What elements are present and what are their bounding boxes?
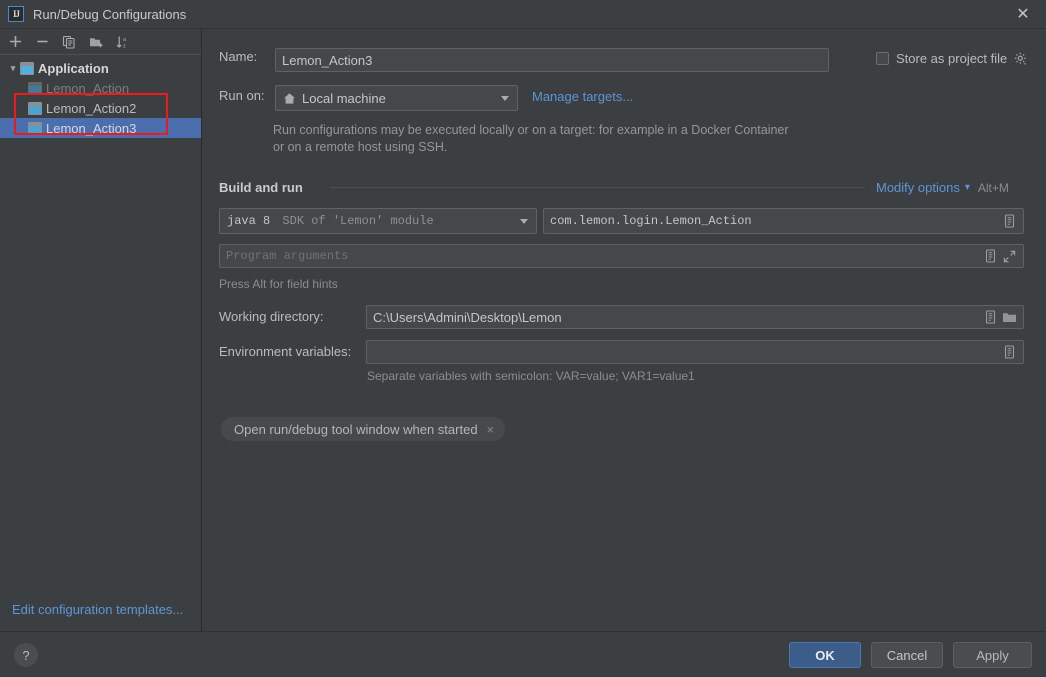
new-folder-icon[interactable] bbox=[87, 33, 105, 51]
folder-browse-icon[interactable] bbox=[1001, 309, 1017, 325]
tree-item-application[interactable]: ▾ Application bbox=[0, 58, 201, 78]
modify-options-shortcut: Alt+M bbox=[977, 180, 1009, 195]
sort-az-icon[interactable]: a z bbox=[114, 33, 132, 51]
gear-icon[interactable] bbox=[1014, 52, 1028, 66]
expand-icon[interactable] bbox=[1001, 248, 1017, 264]
store-as-project-file-checkbox[interactable] bbox=[876, 52, 889, 65]
ok-button[interactable]: OK bbox=[789, 642, 861, 668]
close-icon[interactable]: × bbox=[487, 422, 495, 437]
chevron-down-icon[interactable]: ▾ bbox=[6, 63, 20, 74]
working-directory-input[interactable]: C:\Users\Admini\Desktop\Lemon bbox=[366, 305, 1024, 329]
modify-options-link[interactable]: Modify options bbox=[876, 180, 960, 195]
configurations-tree[interactable]: ▾ Application Lemon_Action Lemon_Action2… bbox=[0, 55, 201, 595]
tree-item-label: Lemon_Action bbox=[46, 80, 130, 96]
option-chip-label: Open run/debug tool window when started bbox=[234, 421, 478, 437]
configurations-sidebar: a z ▾ Application Lemon_Action Lemon_Act… bbox=[0, 29, 202, 631]
section-divider bbox=[330, 187, 865, 188]
home-icon bbox=[283, 92, 296, 105]
application-group-icon bbox=[20, 61, 34, 75]
chevron-down-icon[interactable]: ▾ bbox=[965, 182, 970, 193]
program-arguments-placeholder: Program arguments bbox=[226, 249, 349, 263]
program-arguments-input[interactable]: Program arguments bbox=[219, 244, 1024, 268]
arguments-browse-icon[interactable] bbox=[982, 248, 998, 264]
name-input-value: Lemon_Action3 bbox=[282, 52, 373, 68]
macro-list-icon[interactable] bbox=[982, 309, 998, 325]
tree-item-lemon-action2[interactable]: Lemon_Action2 bbox=[0, 98, 201, 118]
tree-item-lemon-action[interactable]: Lemon_Action bbox=[0, 78, 201, 98]
environment-variables-label: Environment variables: bbox=[219, 344, 352, 359]
sidebar-toolbar: a z bbox=[0, 29, 201, 55]
close-icon[interactable]: ✕ bbox=[1000, 0, 1046, 28]
run-on-row: Run on: bbox=[219, 88, 275, 103]
tree-item-label: Lemon_Action3 bbox=[46, 120, 137, 136]
name-label: Name: bbox=[219, 49, 258, 64]
configuration-icon bbox=[28, 121, 42, 135]
store-as-project-file-row[interactable]: Store as project file bbox=[876, 51, 1028, 66]
plus-icon[interactable] bbox=[6, 33, 24, 51]
cancel-button[interactable]: Cancel bbox=[871, 642, 943, 668]
sdk-version: java 8 bbox=[227, 214, 271, 228]
apply-button[interactable]: Apply bbox=[953, 642, 1032, 668]
working-directory-label: Working directory: bbox=[219, 309, 324, 324]
configuration-editor-panel: Name: Lemon_Action3 Store as project fil… bbox=[203, 29, 1046, 631]
run-on-value: Local machine bbox=[302, 90, 386, 106]
help-button[interactable]: ? bbox=[14, 643, 38, 667]
tree-item-label: Lemon_Action2 bbox=[46, 100, 137, 116]
tree-item-label: Application bbox=[38, 60, 109, 76]
jre-sdk-dropdown[interactable]: java 8 SDK of 'Lemon' module bbox=[219, 208, 537, 234]
window-titlebar: IJ Run/Debug Configurations ✕ bbox=[0, 0, 1046, 29]
environment-variables-hint: Separate variables with semicolon: VAR=v… bbox=[367, 369, 695, 383]
edit-configuration-templates-link[interactable]: Edit configuration templates... bbox=[12, 602, 183, 617]
svg-text:z: z bbox=[123, 43, 126, 49]
configuration-icon bbox=[28, 101, 42, 115]
working-directory-value: C:\Users\Admini\Desktop\Lemon bbox=[373, 309, 562, 325]
minus-icon[interactable] bbox=[33, 33, 51, 51]
run-on-dropdown[interactable]: Local machine bbox=[275, 85, 518, 111]
intellij-logo-icon: IJ bbox=[8, 6, 24, 22]
environment-variables-input[interactable] bbox=[366, 340, 1024, 364]
field-hint-text: Press Alt for field hints bbox=[219, 277, 338, 291]
option-chip-open-run-tool-window[interactable]: Open run/debug tool window when started … bbox=[221, 417, 506, 441]
modify-options-row[interactable]: Modify options ▾ Alt+M bbox=[876, 180, 1009, 195]
copy-icon[interactable] bbox=[60, 33, 78, 51]
chevron-down-icon[interactable] bbox=[501, 95, 509, 101]
name-input[interactable]: Lemon_Action3 bbox=[275, 48, 829, 72]
sdk-description: SDK of 'Lemon' module bbox=[282, 214, 434, 228]
chevron-down-icon[interactable] bbox=[520, 218, 528, 224]
window-title: Run/Debug Configurations bbox=[33, 6, 187, 22]
store-as-project-file-label: Store as project file bbox=[896, 51, 1008, 66]
name-row: Name: bbox=[219, 49, 275, 64]
environment-variables-browse-icon[interactable] bbox=[1001, 344, 1017, 360]
tree-item-lemon-action3[interactable]: Lemon_Action3 bbox=[0, 118, 201, 138]
dialog-footer: ? OK Cancel Apply bbox=[0, 631, 1046, 677]
main-class-value: com.lemon.login.Lemon_Action bbox=[550, 214, 752, 228]
manage-targets-link[interactable]: Manage targets... bbox=[532, 89, 633, 104]
svg-text:a: a bbox=[123, 37, 127, 43]
build-and-run-section-title: Build and run bbox=[219, 180, 303, 195]
run-on-label: Run on: bbox=[219, 88, 265, 103]
target-help-text: Run configurations may be executed local… bbox=[273, 123, 789, 154]
configuration-icon bbox=[28, 81, 42, 95]
main-class-input[interactable]: com.lemon.login.Lemon_Action bbox=[543, 208, 1024, 234]
class-browse-icon[interactable] bbox=[1001, 213, 1017, 229]
